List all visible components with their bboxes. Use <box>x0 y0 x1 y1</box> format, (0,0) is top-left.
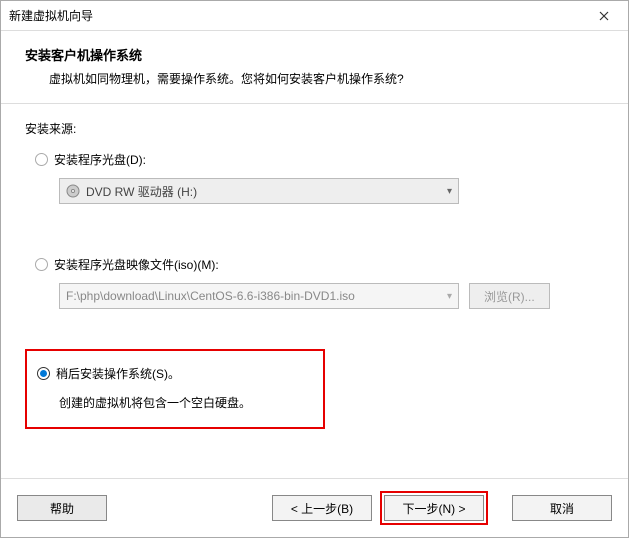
option-disc-label: 安装程序光盘(D): <box>54 151 146 168</box>
radio-row-iso[interactable]: 安装程序光盘映像文件(iso)(M): <box>35 256 604 273</box>
option-installer-disc: 安装程序光盘(D): DVD RW 驱动器 (H:) ▾ <box>35 151 604 204</box>
header-title: 安装客户机操作系统 <box>25 45 604 64</box>
dialog-title: 新建虚拟机向导 <box>9 7 584 24</box>
next-button-highlight: 下一步(N) > <box>380 491 488 525</box>
radio-icon <box>35 258 48 271</box>
radio-icon <box>37 367 50 380</box>
header-subtitle: 虚拟机如同物理机，需要操作系统。您将如何安装客户机操作系统? <box>49 70 604 87</box>
dvd-icon <box>66 184 80 198</box>
new-vm-wizard-dialog: 新建虚拟机向导 安装客户机操作系统 虚拟机如同物理机，需要操作系统。您将如何安装… <box>0 0 629 538</box>
option-later-label: 稍后安装操作系统(S)。 <box>56 365 180 382</box>
close-button[interactable] <box>584 2 624 30</box>
disc-drive-value: DVD RW 驱动器 (H:) <box>86 183 197 200</box>
chevron-down-icon: ▾ <box>447 186 452 197</box>
titlebar: 新建虚拟机向导 <box>1 1 628 31</box>
next-button[interactable]: 下一步(N) > <box>384 495 484 521</box>
wizard-content: 安装来源: 安装程序光盘(D): DVD RW 驱动器 (H:) ▾ 安装程序光… <box>1 104 628 478</box>
disc-drive-dropdown[interactable]: DVD RW 驱动器 (H:) ▾ <box>59 178 459 204</box>
iso-path-value: F:\php\download\Linux\CentOS-6.6-i386-bi… <box>66 289 355 303</box>
cancel-button[interactable]: 取消 <box>512 495 612 521</box>
chevron-down-icon: ▾ <box>447 291 452 302</box>
browse-button[interactable]: 浏览(R)... <box>469 283 550 309</box>
wizard-header: 安装客户机操作系统 虚拟机如同物理机，需要操作系统。您将如何安装客户机操作系统? <box>1 31 628 104</box>
radio-icon <box>35 153 48 166</box>
option-install-later-highlight: 稍后安装操作系统(S)。 创建的虚拟机将包含一个空白硬盘。 <box>25 349 325 429</box>
back-button[interactable]: < 上一步(B) <box>272 495 372 521</box>
iso-path-combobox[interactable]: F:\php\download\Linux\CentOS-6.6-i386-bi… <box>59 283 459 309</box>
option-iso-label: 安装程序光盘映像文件(iso)(M): <box>54 256 219 273</box>
source-label: 安装来源: <box>25 120 604 137</box>
help-button[interactable]: 帮助 <box>17 495 107 521</box>
option-iso-file: 安装程序光盘映像文件(iso)(M): F:\php\download\Linu… <box>35 256 604 309</box>
option-later-note: 创建的虚拟机将包含一个空白硬盘。 <box>59 394 309 411</box>
close-icon <box>599 11 609 21</box>
wizard-footer: 帮助 < 上一步(B) 下一步(N) > 取消 <box>1 478 628 537</box>
radio-row-disc[interactable]: 安装程序光盘(D): <box>35 151 604 168</box>
radio-row-later[interactable]: 稍后安装操作系统(S)。 <box>37 365 309 382</box>
